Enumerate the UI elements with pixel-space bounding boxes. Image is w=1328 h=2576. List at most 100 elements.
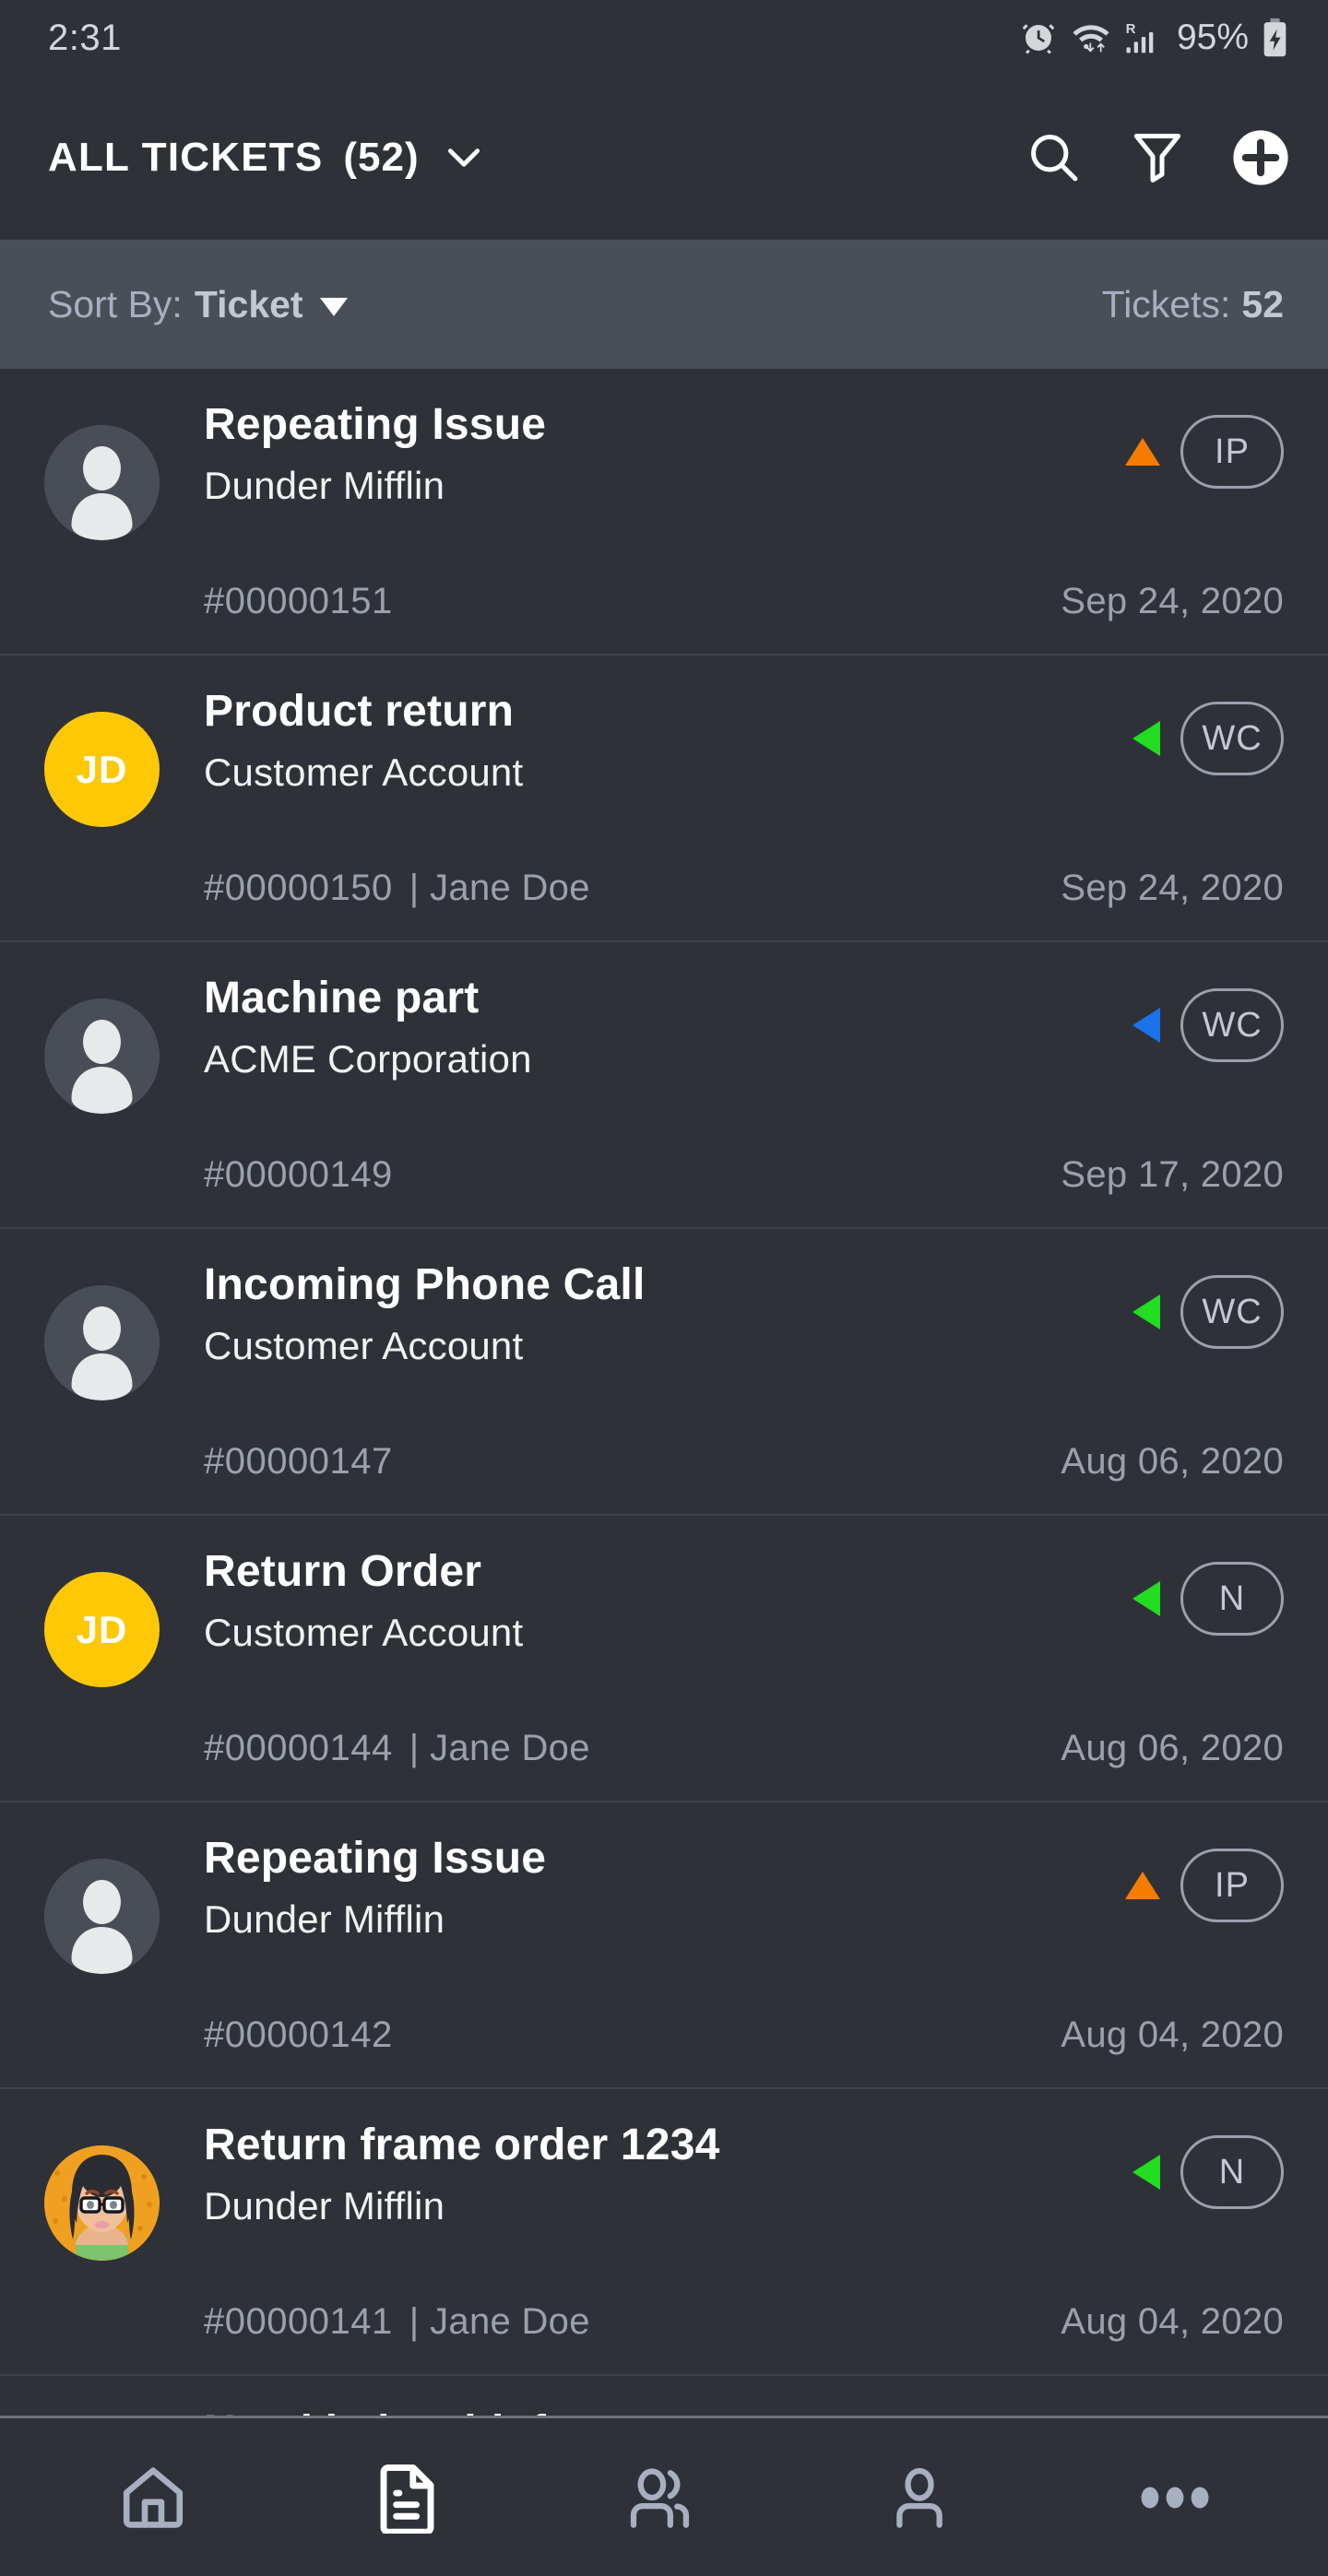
ticket-id: #00000144 [204, 1728, 393, 1768]
avatar-default [44, 1285, 160, 1400]
ticket-body: Return Order Customer Account #00000144 | Ja… [204, 1547, 1120, 1801]
ticket-row[interactable]: Repeating Issue Dunder Mifflin #00000151 IP… [0, 369, 1328, 656]
status-badge: N [1180, 2135, 1284, 2209]
tickets-counter: Tickets: 52 [1102, 283, 1284, 326]
ticket-date: Aug 04, 2020 [1061, 2015, 1284, 2055]
ticket-row[interactable]: Machine part ACME Corporation #00000149 WC S… [0, 942, 1328, 1229]
ticket-row[interactable]: Incoming Phone Call Customer Account #0000… [0, 1229, 1328, 1516]
ticket-status-group: IP [1125, 1849, 1284, 1922]
ticket-body: Need help with frame [204, 2408, 1120, 2416]
triangle-up-orange-icon [1125, 1872, 1160, 1899]
avatar-initials: JD [44, 1572, 160, 1687]
tickets-count: 52 [1241, 282, 1284, 325]
home-icon [117, 2462, 189, 2534]
ticket-account: Customer Account [204, 1324, 524, 1368]
ticket-meta-separator: | [409, 2301, 420, 2342]
ticket-date: Sep 17, 2020 [1061, 1154, 1284, 1195]
ticket-status-group: N [1132, 1562, 1284, 1636]
ticket-id: #00000141 [204, 2301, 393, 2342]
triangle-left-green-icon [1132, 721, 1160, 756]
status-badge: WC [1180, 1275, 1284, 1349]
ticket-title: Machine part [204, 974, 480, 1022]
ticket-date: Aug 04, 2020 [1061, 2301, 1284, 2342]
avatar-default [44, 998, 160, 1114]
nav-home[interactable] [26, 2418, 281, 2576]
ticket-list-screen: 2:31 R 95% ALL TICKETS (52) Sort By: Tic… [0, 0, 1328, 2576]
status-badge: IP [1180, 415, 1284, 489]
view-selector[interactable]: ALL TICKETS (52) [48, 135, 484, 181]
chevron-down-icon[interactable] [444, 144, 484, 171]
ticket-owner: Jane Doe [430, 2301, 590, 2342]
ticket-row[interactable]: Need help with frame N [0, 2376, 1328, 2416]
ticket-body: Repeating Issue Dunder Mifflin #00000142 [204, 1834, 1112, 2087]
ticket-status-column: IP Sep 24, 2020 [1061, 402, 1284, 654]
ticket-account: Customer Account [204, 750, 524, 795]
add-icon[interactable] [1232, 129, 1289, 186]
roaming-signal-icon: R [1124, 18, 1161, 57]
nav-more[interactable] [1047, 2418, 1302, 2576]
triangle-left-green-icon [1132, 1581, 1160, 1616]
ticket-meta-separator: | [409, 868, 420, 908]
header-actions [1026, 129, 1289, 186]
ticket-meta: #00000147 [204, 1441, 393, 1483]
ticket-date: Sep 24, 2020 [1061, 868, 1284, 908]
page-title-count: (52) [343, 135, 420, 180]
ticket-meta: #00000142 [204, 2015, 393, 2056]
ticket-date: Sep 24, 2020 [1061, 581, 1284, 621]
ticket-account: Dunder Mifflin [204, 1897, 445, 1942]
triangle-left-blue-icon [1132, 1008, 1160, 1043]
ticket-status-column: N Aug 06, 2020 [1061, 1549, 1284, 1801]
status-badge: WC [1180, 988, 1284, 1062]
nav-contacts[interactable] [537, 2418, 792, 2576]
ticket-list[interactable]: Repeating Issue Dunder Mifflin #00000151 IP… [0, 369, 1328, 2416]
status-badge: N [1180, 1562, 1284, 1636]
triangle-up-orange-icon [1125, 438, 1160, 466]
battery-charging-icon [1263, 18, 1287, 58]
ticket-row[interactable]: Repeating Issue Dunder Mifflin #00000142 IP… [0, 1802, 1328, 2089]
ticket-title: Return frame order 1234 [204, 2121, 720, 2169]
ticket-body: Repeating Issue Dunder Mifflin #00000151 [204, 400, 1112, 654]
ticket-meta: #00000151 [204, 581, 393, 622]
status-time: 2:31 [48, 17, 122, 58]
alarm-clock-icon [1019, 18, 1058, 57]
ticket-title: Repeating Issue [204, 400, 547, 449]
nav-account[interactable] [791, 2418, 1047, 2576]
filter-icon[interactable] [1131, 129, 1184, 186]
triangle-left-green-icon [1132, 1294, 1160, 1329]
ticket-row[interactable]: Return frame order 1234 Dunder Mifflin #00… [0, 2089, 1328, 2376]
ticket-id: #00000142 [204, 2015, 393, 2055]
status-badge: WC [1180, 702, 1284, 775]
avatar-initials: JD [44, 712, 160, 827]
ticket-owner: Jane Doe [430, 1728, 590, 1768]
ticket-id: #00000150 [204, 868, 393, 908]
ticket-meta: #00000149 [204, 1154, 393, 1196]
ticket-title: Repeating Issue [204, 1834, 547, 1883]
ticket-title: Return Order [204, 1547, 482, 1596]
ticket-status-column: WC Sep 17, 2020 [1061, 975, 1284, 1227]
contacts-icon [624, 2464, 704, 2532]
document-icon [375, 2462, 442, 2534]
ticket-status-group: N [1132, 2135, 1284, 2209]
triangle-left-green-icon [1132, 2155, 1160, 2190]
sort-by-value: Ticket [194, 282, 303, 325]
search-icon[interactable] [1026, 129, 1083, 186]
ticket-row[interactable]: JD Return Order Customer Account #00000144 |… [0, 1516, 1328, 1802]
ticket-meta: #00000150 | Jane Doe [204, 868, 590, 909]
ticket-date: Aug 06, 2020 [1061, 1728, 1284, 1768]
sort-control[interactable]: Sort By: Ticket [48, 283, 348, 326]
ticket-status-column: WC Sep 24, 2020 [1061, 689, 1284, 940]
ticket-meta: #00000144 | Jane Doe [204, 1728, 590, 1769]
status-bar: 2:31 R 95% [0, 0, 1328, 76]
ticket-status-column: N Aug 04, 2020 [1061, 2122, 1284, 2374]
ticket-body: Machine part ACME Corporation #00000149 [204, 975, 1120, 1227]
ticket-body: Incoming Phone Call Customer Account #0000… [204, 1261, 1120, 1514]
person-icon [885, 2464, 954, 2532]
ticket-status-column: WC Aug 06, 2020 [1061, 1262, 1284, 1514]
ticket-owner: Jane Doe [430, 868, 590, 908]
ticket-row[interactable]: JD Product return Customer Account #0000015… [0, 656, 1328, 942]
battery-percent: 95% [1176, 18, 1249, 57]
status-indicators: R 95% [1019, 18, 1287, 58]
caret-down-icon[interactable] [319, 298, 348, 316]
avatar-default [44, 425, 160, 540]
nav-documents[interactable] [281, 2418, 537, 2576]
